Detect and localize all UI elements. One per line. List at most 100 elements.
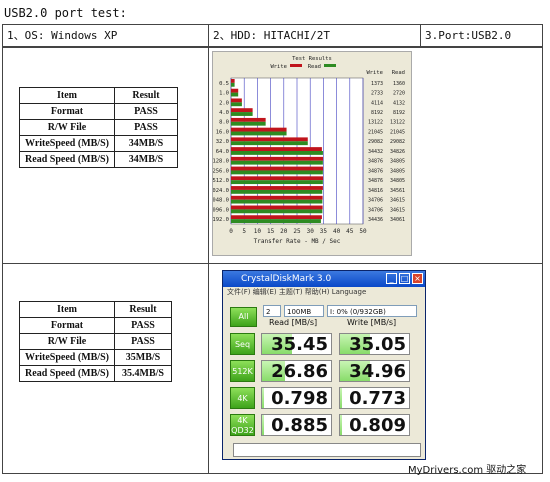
drive-select[interactable]: I: 0% (0/932GB) [327,305,417,317]
write-bar [231,127,287,132]
cdm-row-label: 4K [237,394,248,403]
write-value-label: 21045 [368,129,383,135]
write-value-label: 34436 [368,217,383,223]
x-axis-label: Transfer Rate - MB / Sec [254,238,341,245]
cdm-value-text: 0.773 [349,388,406,409]
hdtach-chart: 0 5 10 15 20 25 30 35 40 45 50 0.5 1373 1360 1.0 2733 27… [209,51,412,256]
cdm-read-value: 26.86 [261,360,332,382]
os-cell: 1、OS: Windows XP [3,25,209,47]
write-value-label: 34876 [368,159,383,165]
item-cell: R/W File [19,333,115,350]
x-tick-label: 25 [293,228,301,235]
category-label: 512.0 [213,178,229,184]
cdm-value-text: 26.86 [271,361,328,382]
write-value-label: 13122 [368,120,383,126]
read-value-label: 34061 [390,217,405,223]
header-item: Item [19,301,115,318]
all-button[interactable]: All [230,307,257,327]
chart-title: Test Results [292,56,332,62]
x-tick-label: 45 [346,228,354,235]
port-cell: 3.Port:USB2.0 [421,25,542,47]
result-cell: 34MB/S [114,151,178,168]
category-label: 1.0 [219,91,229,97]
read-value-label: 8192 [393,110,405,116]
write-bar [231,108,253,113]
cdm-write-value: 0.809 [339,414,410,436]
results-table-1: Item Result Format PASS R/W File PASS Write… [19,87,178,168]
write-bar [231,156,324,161]
write-bar [231,215,322,220]
category-label: 16.0 [216,129,229,135]
item-cell: Read Speed (MB/S) [19,365,115,382]
read-value-label: 2720 [393,91,405,97]
write-value-label: 29082 [368,139,383,145]
cdm-row-button[interactable]: 4K QD32 [230,414,255,436]
cdm-row-label: QD32 [231,426,254,435]
size-select[interactable]: 100MB [284,305,324,317]
read-value-label: 34826 [390,149,405,155]
write-bar [231,195,323,200]
write-header: Write [MB/s] [347,318,397,327]
read-header: Read [MB/s] [269,318,318,327]
result-cell: 34MB/S [114,135,178,152]
read-value-label: 29082 [390,139,405,145]
write-value-label: 1373 [371,81,383,87]
result-cell: 35.4MB/S [114,365,172,382]
write-bar [231,98,242,103]
category-label: 4096.0 [213,207,229,213]
cdm-row-button[interactable]: Seq [230,333,255,355]
count-select[interactable]: 2 [263,305,281,317]
x-tick-label: 40 [333,228,341,235]
category-label: 4.0 [219,110,229,116]
cdm-row-button[interactable]: 512K [230,360,255,382]
cdm-value-text: 34.96 [349,361,406,382]
cdm-read-value: 0.798 [261,387,332,409]
item-cell: Read Speed (MB/S) [19,151,115,168]
x-tick-label: 15 [267,228,275,235]
header-result: Result [114,301,172,318]
x-tick-label: 35 [320,228,328,235]
write-bar [231,147,322,151]
cdm-value-text: 35.45 [271,334,328,355]
item-cell: Format [19,103,115,120]
cdm-write-value: 34.96 [339,360,410,382]
x-tick-label: 0 [229,228,233,235]
write-bar [231,205,323,210]
category-label: 1024.0 [213,188,229,194]
x-tick-label: 30 [307,228,315,235]
legend-read-swatch [324,64,336,67]
result-cell: PASS [114,317,172,334]
category-label: 128.0 [213,159,229,165]
item-cell: Format [19,317,115,334]
write-bar [231,166,324,171]
cdm-read-value: 35.45 [261,333,332,355]
read-bar [231,131,287,136]
cdm-value-text: 35.05 [349,334,406,355]
write-column-header: Write [366,70,383,76]
read-bar [231,219,321,223]
x-tick-label: 50 [359,228,367,235]
read-bar [231,189,323,194]
result-cell: PASS [114,103,178,120]
category-label: 2048.0 [213,198,229,204]
comment-field[interactable] [233,443,421,457]
close-icon[interactable]: × [412,273,423,284]
result-cell: PASS [114,333,172,350]
read-bar [231,121,266,126]
read-bar [231,170,323,175]
cdm-write-value: 35.05 [339,333,410,355]
read-bar [231,180,323,185]
cdm-value-fill [262,388,265,408]
minimize-icon[interactable]: _ [386,273,397,284]
write-bar [231,88,239,93]
write-value-label: 4114 [371,100,383,106]
cdm-menubar[interactable]: 文件(F) 编辑(E) 主题(T) 帮助(H) Language [223,287,425,298]
item-cell: R/W File [19,119,115,136]
maximize-icon[interactable]: □ [399,273,410,284]
write-bar [231,79,235,83]
category-label: 8192.0 [213,217,229,223]
category-label: 64.0 [216,149,229,155]
cdm-row-button[interactable]: 4K [230,387,255,409]
write-value-label: 34432 [368,149,383,155]
read-value-label: 21045 [390,129,405,135]
